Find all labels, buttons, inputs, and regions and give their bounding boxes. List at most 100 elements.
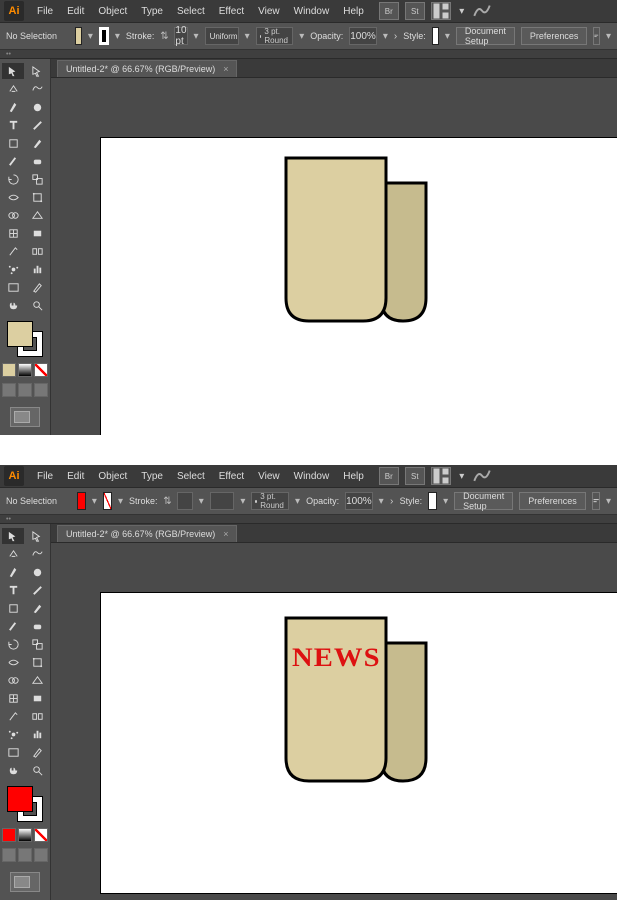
preferences-button[interactable]: Preferences bbox=[521, 27, 588, 45]
style-swatch[interactable] bbox=[428, 492, 437, 510]
selection-tool[interactable] bbox=[2, 528, 24, 544]
draw-normal-icon[interactable] bbox=[2, 383, 16, 397]
direct-selection-tool[interactable] bbox=[26, 528, 48, 544]
gradient-mini-swatch[interactable] bbox=[18, 363, 32, 377]
close-tab-icon[interactable]: × bbox=[223, 529, 228, 539]
blend-tool[interactable] bbox=[26, 708, 48, 724]
more-options-icon[interactable]: › bbox=[394, 31, 397, 42]
rectangle-tool[interactable] bbox=[2, 600, 24, 616]
pencil-tool[interactable] bbox=[2, 153, 24, 169]
scale-tool[interactable] bbox=[26, 171, 48, 187]
symbol-sprayer-tool[interactable] bbox=[2, 726, 24, 742]
gradient-tool[interactable] bbox=[26, 225, 48, 241]
eyedropper-tool[interactable] bbox=[2, 243, 24, 259]
color-mini-swatch[interactable] bbox=[2, 828, 16, 842]
document-setup-button[interactable]: Document Setup bbox=[456, 27, 515, 45]
width-tool[interactable] bbox=[2, 189, 24, 205]
fill-dropdown-icon[interactable]: ▾ bbox=[92, 493, 97, 509]
hand-tool[interactable] bbox=[2, 297, 24, 313]
draw-inside-icon[interactable] bbox=[34, 383, 48, 397]
stroke-dropdown-icon[interactable]: ▾ bbox=[118, 493, 123, 509]
screen-mode-icon[interactable] bbox=[10, 407, 40, 427]
blob-brush-tool[interactable] bbox=[26, 99, 48, 115]
slice-tool[interactable] bbox=[26, 744, 48, 760]
mesh-tool[interactable] bbox=[2, 690, 24, 706]
symbol-sprayer-tool[interactable] bbox=[2, 261, 24, 277]
menu-window[interactable]: Window bbox=[287, 6, 337, 17]
fill-swatch[interactable] bbox=[77, 492, 86, 510]
fill-box-icon[interactable] bbox=[7, 321, 33, 347]
menu-edit[interactable]: Edit bbox=[60, 6, 91, 17]
close-tab-icon[interactable]: × bbox=[223, 64, 228, 74]
brush-dropdown-icon[interactable]: ▾ bbox=[299, 28, 304, 44]
fill-stroke-control[interactable] bbox=[7, 321, 43, 357]
paintbrush-tool[interactable] bbox=[26, 600, 48, 616]
none-mini-swatch[interactable] bbox=[34, 363, 48, 377]
lasso-tool[interactable] bbox=[26, 546, 48, 562]
document-setup-button[interactable]: Document Setup bbox=[454, 492, 513, 510]
perspective-tool[interactable] bbox=[26, 207, 48, 223]
fill-swatch[interactable] bbox=[75, 27, 82, 45]
stroke-swatch[interactable] bbox=[99, 27, 109, 45]
menu-effect[interactable]: Effect bbox=[212, 6, 251, 17]
more-options-icon[interactable]: › bbox=[390, 496, 394, 507]
document-tab[interactable]: Untitled-2* @ 66.67% (RGB/Preview) × bbox=[57, 525, 237, 542]
menu-help[interactable]: Help bbox=[336, 471, 371, 482]
hand-tool[interactable] bbox=[2, 762, 24, 778]
lasso-tool[interactable] bbox=[26, 81, 48, 97]
arrange-docs-button[interactable] bbox=[431, 467, 451, 485]
menu-object[interactable]: Object bbox=[91, 6, 134, 17]
none-mini-swatch[interactable] bbox=[34, 828, 48, 842]
rectangle-tool[interactable] bbox=[2, 135, 24, 151]
rotate-tool[interactable] bbox=[2, 171, 24, 187]
type-tool[interactable] bbox=[2, 117, 24, 133]
canvas-stage[interactable]: NEWS bbox=[51, 543, 617, 900]
menu-select[interactable]: Select bbox=[170, 6, 212, 17]
stroke-dropdown-icon[interactable]: ▾ bbox=[115, 28, 120, 44]
brush-definition[interactable]: 3 pt. Round bbox=[256, 27, 294, 45]
blob-brush-tool[interactable] bbox=[26, 564, 48, 580]
color-mini-swatch[interactable] bbox=[2, 363, 16, 377]
fill-stroke-control[interactable] bbox=[7, 786, 43, 822]
line-tool[interactable] bbox=[26, 582, 48, 598]
gpu-icon[interactable] bbox=[473, 3, 491, 19]
column-graph-tool[interactable] bbox=[26, 261, 48, 277]
bridge-button[interactable]: Br bbox=[379, 2, 399, 20]
free-transform-tool[interactable] bbox=[26, 654, 48, 670]
stock-button[interactable]: St bbox=[405, 467, 425, 485]
magic-wand-tool[interactable] bbox=[2, 546, 24, 562]
stroke-weight-dropdown-icon[interactable]: ▾ bbox=[199, 493, 204, 509]
variable-width-profile[interactable]: Uniform bbox=[205, 27, 239, 45]
menu-help[interactable]: Help bbox=[336, 6, 371, 17]
eyedropper-tool[interactable] bbox=[2, 708, 24, 724]
menu-file[interactable]: File bbox=[30, 471, 60, 482]
line-tool[interactable] bbox=[26, 117, 48, 133]
variable-width-profile[interactable] bbox=[210, 492, 235, 510]
draw-behind-icon[interactable] bbox=[18, 848, 32, 862]
zoom-tool[interactable] bbox=[26, 297, 48, 313]
artboard-tool[interactable] bbox=[2, 744, 24, 760]
selection-tool[interactable] bbox=[2, 63, 24, 79]
fill-box-icon[interactable] bbox=[7, 786, 33, 812]
scale-tool[interactable] bbox=[26, 636, 48, 652]
eraser-tool[interactable] bbox=[26, 153, 48, 169]
type-tool[interactable] bbox=[2, 582, 24, 598]
width-tool[interactable] bbox=[2, 654, 24, 670]
canvas-stage[interactable] bbox=[51, 78, 617, 435]
direct-selection-tool[interactable] bbox=[26, 63, 48, 79]
gpu-icon[interactable] bbox=[473, 468, 491, 484]
style-dropdown-icon[interactable]: ▾ bbox=[443, 493, 448, 509]
menu-edit[interactable]: Edit bbox=[60, 471, 91, 482]
opacity-dropdown-icon[interactable]: ▾ bbox=[379, 493, 384, 509]
align-panel-icon[interactable] bbox=[592, 492, 600, 510]
menu-file[interactable]: File bbox=[30, 6, 60, 17]
stock-button[interactable]: St bbox=[405, 2, 425, 20]
brush-definition[interactable]: 3 pt. Round bbox=[251, 492, 289, 510]
profile-dropdown-icon[interactable]: ▾ bbox=[245, 28, 250, 44]
controlbar-menu-icon[interactable]: ▾ bbox=[606, 28, 611, 44]
bridge-button[interactable]: Br bbox=[379, 467, 399, 485]
menu-view[interactable]: View bbox=[251, 6, 287, 17]
menu-type[interactable]: Type bbox=[134, 6, 170, 17]
opacity-dropdown-icon[interactable]: ▾ bbox=[383, 28, 388, 44]
draw-normal-icon[interactable] bbox=[2, 848, 16, 862]
